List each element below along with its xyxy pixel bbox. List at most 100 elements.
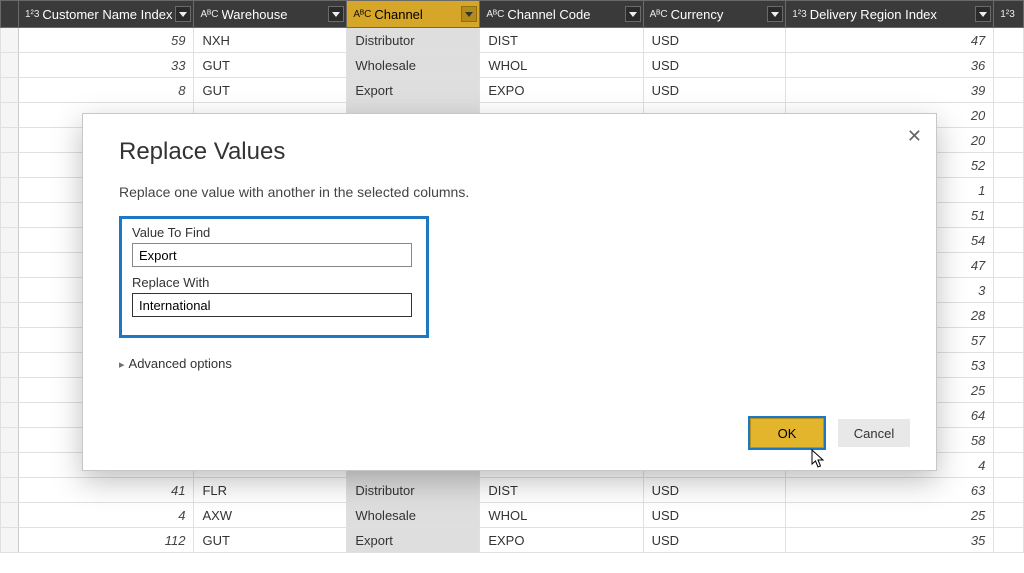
cell-channel-code[interactable]: EXPO [480,78,643,103]
cell-delivery-region[interactable]: 47 [786,28,994,53]
row-handle[interactable] [1,78,19,103]
cell-customer-index[interactable]: 4 [18,503,194,528]
row-handle[interactable] [1,453,19,478]
cell-delivery-region[interactable]: 39 [786,78,994,103]
cell-delivery-region[interactable]: 35 [786,528,994,553]
filter-dropdown-button[interactable] [175,6,191,22]
close-button[interactable]: ✕ [907,126,922,147]
cell-next[interactable] [994,378,1024,403]
cell-delivery-region[interactable]: 63 [786,478,994,503]
row-handle[interactable] [1,53,19,78]
cell-next[interactable] [994,453,1024,478]
table-row[interactable]: 4AXWWholesaleWHOLUSD25 [1,503,1024,528]
cell-warehouse[interactable]: AXW [194,503,347,528]
advanced-options-toggle[interactable]: Advanced options [119,356,900,371]
column-header-channel-code[interactable]: AᴮC Channel Code [480,1,643,28]
row-handle[interactable] [1,253,19,278]
filter-dropdown-button[interactable] [767,6,783,22]
cell-customer-index[interactable]: 112 [18,528,194,553]
ok-button[interactable]: OK [751,419,823,447]
cell-next[interactable] [994,478,1024,503]
column-header-delivery-region[interactable]: 1²3 Delivery Region Index [786,1,994,28]
cell-next[interactable] [994,228,1024,253]
column-header-warehouse[interactable]: AᴮC Warehouse [194,1,347,28]
cell-next[interactable] [994,428,1024,453]
cell-next[interactable] [994,153,1024,178]
table-row[interactable]: 112GUTExportEXPOUSD35 [1,528,1024,553]
cell-delivery-region[interactable]: 25 [786,503,994,528]
column-header-customer-index[interactable]: 1²3 Customer Name Index [18,1,194,28]
filter-dropdown-button[interactable] [328,6,344,22]
cell-customer-index[interactable]: 33 [18,53,194,78]
filter-dropdown-button[interactable] [975,6,991,22]
row-handle[interactable] [1,353,19,378]
cell-warehouse[interactable]: GUT [194,78,347,103]
row-handle[interactable] [1,228,19,253]
row-handle[interactable] [1,403,19,428]
cell-channel[interactable]: Distributor [347,478,480,503]
cell-next[interactable] [994,28,1024,53]
cell-next[interactable] [994,203,1024,228]
cell-customer-index[interactable]: 59 [18,28,194,53]
cell-next[interactable] [994,328,1024,353]
cell-next[interactable] [994,503,1024,528]
cell-currency[interactable]: USD [643,478,786,503]
row-handle[interactable] [1,28,19,53]
cell-next[interactable] [994,253,1024,278]
row-handle[interactable] [1,328,19,353]
cell-currency[interactable]: USD [643,503,786,528]
row-handle[interactable] [1,153,19,178]
row-handle[interactable] [1,528,19,553]
row-handle[interactable] [1,178,19,203]
cell-channel[interactable]: Wholesale [347,503,480,528]
table-row[interactable]: 33GUTWholesaleWHOLUSD36 [1,53,1024,78]
cell-channel[interactable]: Distributor [347,28,480,53]
filter-dropdown-button[interactable] [625,6,641,22]
row-handle[interactable] [1,503,19,528]
cell-next[interactable] [994,128,1024,153]
cell-warehouse[interactable]: GUT [194,53,347,78]
cell-next[interactable] [994,528,1024,553]
cell-warehouse[interactable]: GUT [194,528,347,553]
cell-currency[interactable]: USD [643,528,786,553]
row-handle[interactable] [1,478,19,503]
cell-currency[interactable]: USD [643,28,786,53]
replace-with-input[interactable] [132,293,412,317]
column-header-next[interactable]: 1²3 [994,1,1024,28]
cell-next[interactable] [994,78,1024,103]
cell-channel-code[interactable]: DIST [480,478,643,503]
cell-next[interactable] [994,303,1024,328]
cell-next[interactable] [994,353,1024,378]
row-handle[interactable] [1,103,19,128]
row-handle[interactable] [1,428,19,453]
row-handle[interactable] [1,378,19,403]
cell-channel[interactable]: Export [347,78,480,103]
cell-channel[interactable]: Wholesale [347,53,480,78]
column-header-currency[interactable]: AᴮC Currency [643,1,786,28]
cell-warehouse[interactable]: FLR [194,478,347,503]
cell-customer-index[interactable]: 8 [18,78,194,103]
filter-dropdown-button[interactable] [461,6,477,22]
cell-customer-index[interactable]: 41 [18,478,194,503]
cell-channel-code[interactable]: EXPO [480,528,643,553]
row-handle[interactable] [1,128,19,153]
cell-next[interactable] [994,103,1024,128]
cell-next[interactable] [994,53,1024,78]
cell-warehouse[interactable]: NXH [194,28,347,53]
cell-next[interactable] [994,178,1024,203]
cell-next[interactable] [994,278,1024,303]
table-row[interactable]: 41FLRDistributorDISTUSD63 [1,478,1024,503]
value-to-find-input[interactable] [132,243,412,267]
cell-next[interactable] [994,403,1024,428]
cancel-button[interactable]: Cancel [838,419,910,447]
cell-channel-code[interactable]: DIST [480,28,643,53]
cell-channel-code[interactable]: WHOL [480,53,643,78]
row-handle[interactable] [1,203,19,228]
row-handle[interactable] [1,303,19,328]
row-handle[interactable] [1,278,19,303]
cell-currency[interactable]: USD [643,53,786,78]
table-row[interactable]: 59NXHDistributorDISTUSD47 [1,28,1024,53]
cell-channel-code[interactable]: WHOL [480,503,643,528]
cell-currency[interactable]: USD [643,78,786,103]
table-row[interactable]: 8GUTExportEXPOUSD39 [1,78,1024,103]
